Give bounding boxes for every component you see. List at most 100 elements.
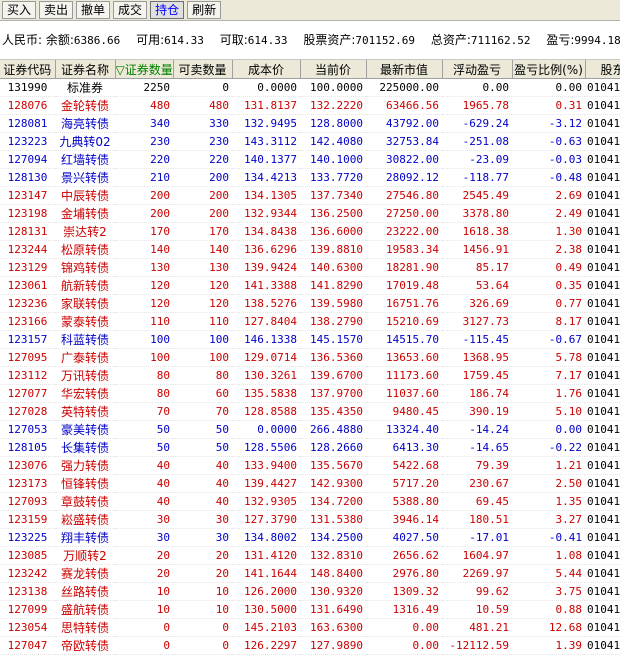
cell-shareholder: 01041: [585, 546, 620, 565]
cell-price: 131.5380: [300, 510, 366, 529]
cell-floating-pnl: 180.51: [442, 510, 512, 529]
table-row[interactable]: 128105 长集转债 50 50 128.5506 128.2660 6413.30 -14…: [0, 438, 620, 457]
table-row[interactable]: 127094 红墙转债 220 220 140.1377 140.1000 30822.00…: [0, 150, 620, 169]
table-row[interactable]: 123147 中辰转债 200 200 134.1305 137.7340 27546.80…: [0, 186, 620, 205]
cell-code: 128130: [0, 168, 55, 187]
cell-cost: 134.1305: [232, 186, 300, 205]
table-row[interactable]: 128076 金轮转债 480 480 131.8137 132.2220 63466.56…: [0, 96, 620, 115]
cell-code: 127053: [0, 420, 55, 439]
cell-floating-pnl: 186.74: [442, 384, 512, 403]
col-header-cost[interactable]: 成本价: [232, 60, 301, 79]
cell-code: 123061: [0, 276, 55, 295]
cell-sellable: 100: [173, 348, 232, 367]
trades-button[interactable]: 成交: [113, 1, 148, 19]
table-row[interactable]: 123054 思特转债 0 0 145.2103 163.6300 0.00 481.21 12…: [0, 618, 620, 637]
cell-pnl-pct: 12.68: [512, 618, 585, 637]
cell-shareholder: 01041: [585, 528, 620, 547]
col-header-floating-pnl[interactable]: 浮动盈亏: [442, 60, 513, 79]
cancel-order-button[interactable]: 撤单: [76, 1, 111, 19]
table-row[interactable]: 123112 万讯转债 80 80 130.3261 139.6700 11173.60 17…: [0, 366, 620, 385]
cell-sellable: 40: [173, 492, 232, 511]
cell-shareholder: 01041: [585, 474, 620, 493]
cell-market-value: 6413.30: [366, 438, 442, 457]
cell-floating-pnl: 99.62: [442, 582, 512, 601]
cell-cost: 141.3388: [232, 276, 300, 295]
cell-pnl-pct: -0.63: [512, 132, 585, 151]
cell-price: 134.2500: [300, 528, 366, 547]
cell-shareholder: 01041: [585, 114, 620, 133]
cell-pnl-pct: 2.69: [512, 186, 585, 205]
cell-pnl-pct: 0.88: [512, 600, 585, 619]
cell-price: 138.2790: [300, 312, 366, 331]
cell-sellable: 60: [173, 384, 232, 403]
table-row[interactable]: 131990 标准券 2250 0 0.0000 100.0000 225000.00 0.0…: [0, 78, 620, 97]
col-header-quantity[interactable]: ▽证券数量: [115, 60, 174, 79]
table-row[interactable]: 123061 航新转债 120 120 141.3388 141.8290 17019.48…: [0, 276, 620, 295]
cell-floating-pnl: 1604.97: [442, 546, 512, 565]
cell-floating-pnl: 390.19: [442, 402, 512, 421]
col-header-shareholder[interactable]: 股东: [585, 60, 620, 79]
stock-assets-label: 股票资产:: [303, 33, 356, 47]
cell-pnl-pct: 1.08: [512, 546, 585, 565]
cell-shareholder: 01041: [585, 78, 620, 97]
table-row[interactable]: 123166 蒙泰转债 110 110 127.8404 138.2790 15210.69…: [0, 312, 620, 331]
table-row[interactable]: 123173 恒锋转债 40 40 139.4427 142.9300 5717.20 230…: [0, 474, 620, 493]
table-row[interactable]: 123085 万顺转2 20 20 131.4120 132.8310 2656.62 160…: [0, 546, 620, 565]
refresh-button[interactable]: 刷新: [187, 1, 222, 19]
balance-value: 6386.66: [73, 34, 121, 47]
table-row[interactable]: 123076 强力转债 40 40 133.9400 135.5670 5422.68 79.…: [0, 456, 620, 475]
table-row[interactable]: 123223 九典转02 230 230 143.3112 142.4080 32753.8…: [0, 132, 620, 151]
table-row[interactable]: 123157 科蓝转债 100 100 146.1338 145.1570 14515.70…: [0, 330, 620, 349]
cell-sellable: 200: [173, 168, 232, 187]
col-header-market-value[interactable]: 最新市值: [366, 60, 443, 79]
cell-pnl-pct: 1.30: [512, 222, 585, 241]
cell-market-value: 15210.69: [366, 312, 442, 331]
cell-floating-pnl: -115.45: [442, 330, 512, 349]
table-row[interactable]: 128081 海亮转债 340 330 132.9495 128.8000 43792.00…: [0, 114, 620, 133]
pnl-label: 盈亏:: [546, 33, 575, 47]
cell-cost: 126.2297: [232, 636, 300, 655]
table-row[interactable]: 127093 章鼓转债 40 40 132.9305 134.7200 5388.80 69.…: [0, 492, 620, 511]
table-row[interactable]: 128130 景兴转债 210 200 134.4213 133.7720 28092.12…: [0, 168, 620, 187]
cell-cost: 141.1644: [232, 564, 300, 583]
available-label: 可用:: [136, 33, 165, 47]
cell-shareholder: 01041: [585, 420, 620, 439]
cell-quantity: 0: [115, 636, 173, 655]
table-row[interactable]: 123244 松原转债 140 140 136.6296 139.8810 19583.34…: [0, 240, 620, 259]
table-row[interactable]: 123225 翔丰转债 30 30 134.8002 134.2500 4027.50 -17…: [0, 528, 620, 547]
cell-cost: 127.3790: [232, 510, 300, 529]
cell-shareholder: 01041: [585, 276, 620, 295]
cell-code: 123157: [0, 330, 55, 349]
cell-sellable: 330: [173, 114, 232, 133]
table-row[interactable]: 127053 豪美转债 50 50 0.0000 266.4880 13324.40 -14.…: [0, 420, 620, 439]
table-row[interactable]: 127047 帝欧转债 0 0 126.2297 127.9890 0.00 -12112.5…: [0, 636, 620, 655]
table-row[interactable]: 123236 家联转债 120 120 138.5276 139.5980 16751.76…: [0, 294, 620, 313]
col-header-name[interactable]: 证券名称: [55, 60, 116, 79]
cell-quantity: 480: [115, 96, 173, 115]
cell-quantity: 40: [115, 474, 173, 493]
col-header-pnl-pct[interactable]: 盈亏比例(%): [512, 60, 586, 79]
cell-price: 127.9890: [300, 636, 366, 655]
table-row[interactable]: 123198 金埔转债 200 200 132.9344 136.2500 27250.00…: [0, 204, 620, 223]
cell-market-value: 225000.00: [366, 78, 442, 97]
table-row[interactable]: 123138 丝路转债 10 10 126.2000 130.9320 1309.32 99.…: [0, 582, 620, 601]
table-row[interactable]: 127028 英特转债 70 70 128.8588 135.4350 9480.45 390…: [0, 402, 620, 421]
table-row[interactable]: 123129 锦鸡转债 130 130 139.9424 140.6300 18281.90…: [0, 258, 620, 277]
sell-button[interactable]: 卖出: [39, 1, 74, 19]
positions-button[interactable]: 持仓: [150, 1, 185, 19]
table-row[interactable]: 123159 崧盛转债 30 30 127.3790 131.5380 3946.14 180…: [0, 510, 620, 529]
cell-name: 海亮转债: [55, 114, 115, 133]
col-header-code[interactable]: 证券代码: [0, 60, 56, 79]
col-header-sellable[interactable]: 可卖数量: [173, 60, 233, 79]
cell-code: 128076: [0, 96, 55, 115]
available-value: 614.33: [164, 34, 204, 47]
table-row[interactable]: 128131 崇达转2 170 170 134.8438 136.6000 23222.00…: [0, 222, 620, 241]
buy-button[interactable]: 买入: [2, 1, 37, 19]
cell-code: 128105: [0, 438, 55, 457]
table-row[interactable]: 127099 盛航转债 10 10 130.5000 131.6490 1316.49 10.…: [0, 600, 620, 619]
col-header-price[interactable]: 当前价: [300, 60, 367, 79]
table-row[interactable]: 123242 赛龙转债 20 20 141.1644 148.8400 2976.80 226…: [0, 564, 620, 583]
cell-cost: 132.9305: [232, 492, 300, 511]
table-row[interactable]: 127077 华宏转债 80 60 135.5838 137.9700 11037.60 18…: [0, 384, 620, 403]
table-row[interactable]: 127095 广泰转债 100 100 129.0714 136.5360 13653.60…: [0, 348, 620, 367]
